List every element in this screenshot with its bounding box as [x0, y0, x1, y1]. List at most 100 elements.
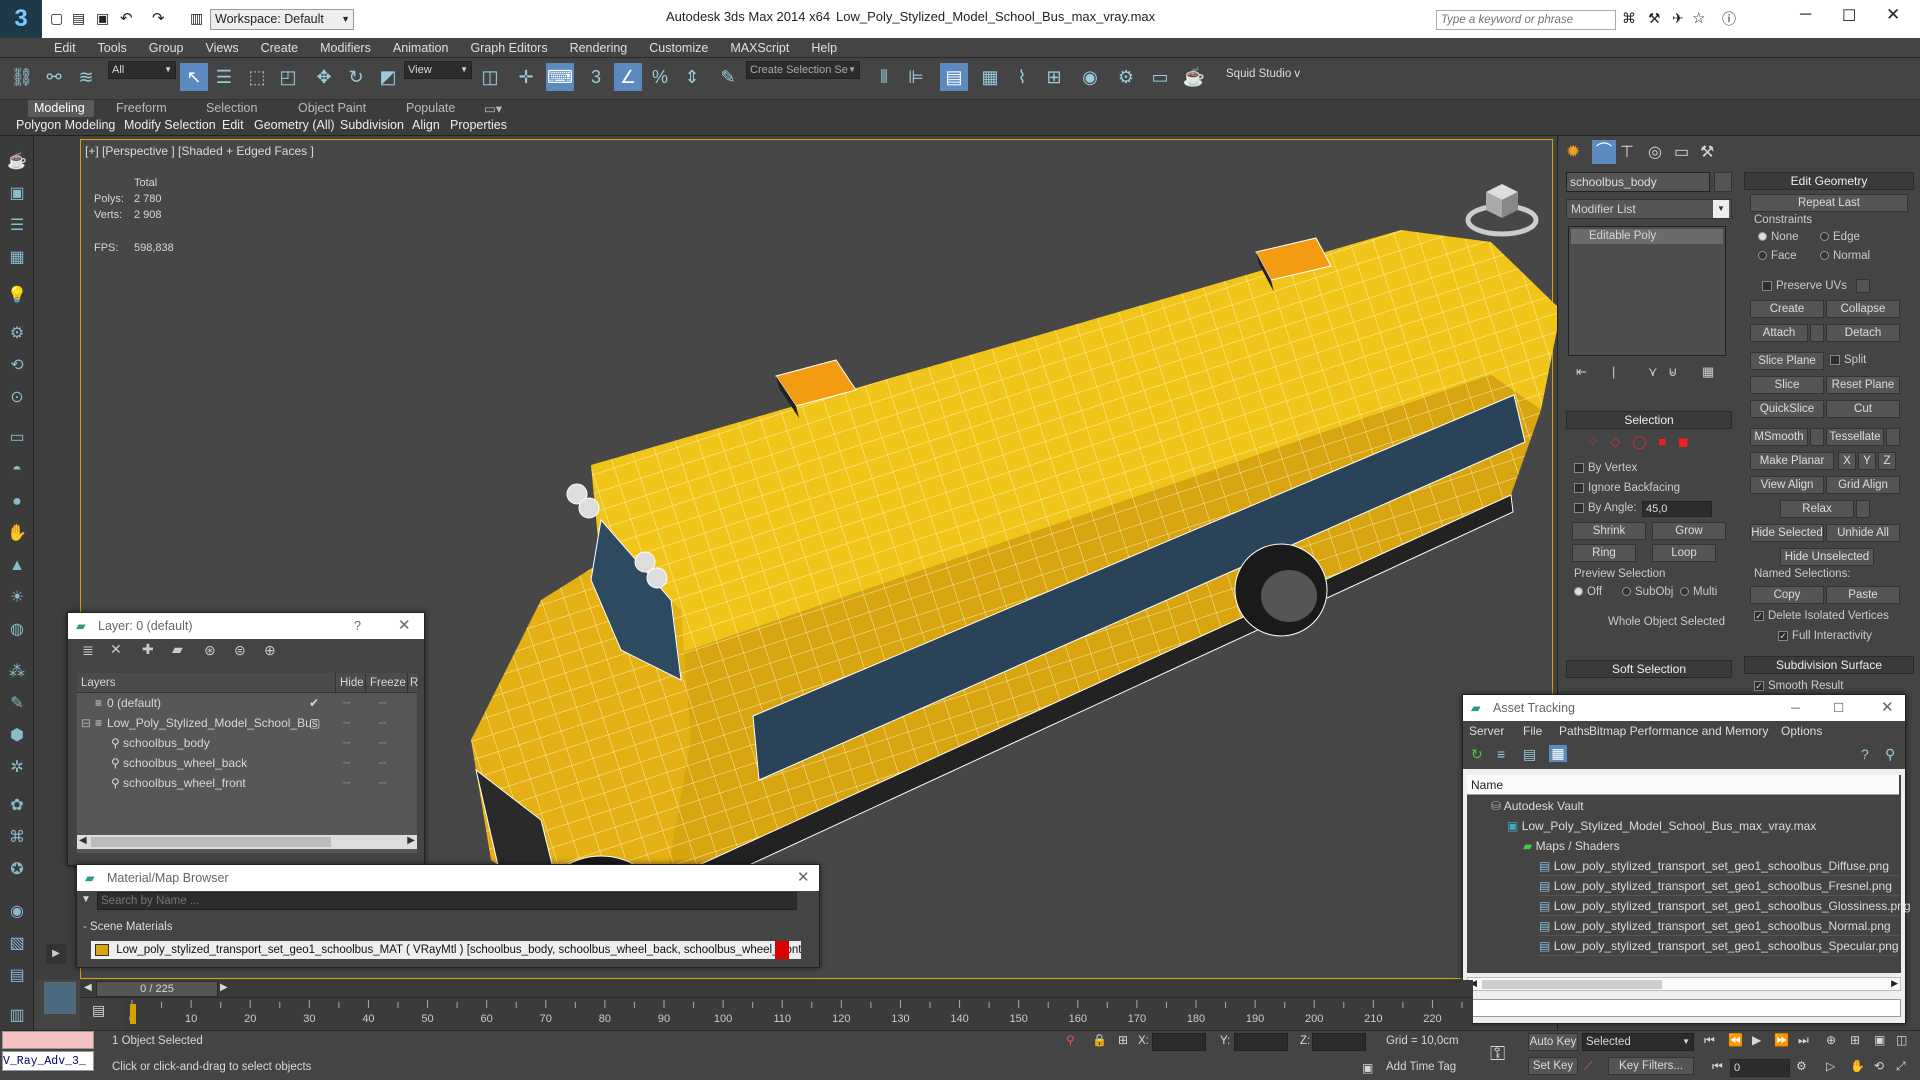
scene-materials-header[interactable]: - Scene Materials: [83, 921, 172, 933]
freeze-toggle[interactable]: ┄: [379, 694, 386, 713]
freeze-toggle[interactable]: ┄: [379, 734, 386, 753]
communication-icon[interactable]: ✈: [1672, 10, 1684, 27]
menu-views[interactable]: Views: [205, 38, 238, 58]
material-editor-icon[interactable]: ◉: [1076, 63, 1104, 91]
edge-level-icon[interactable]: ◇: [1611, 434, 1621, 449]
grid-icon[interactable]: ▦: [5, 246, 29, 270]
maxscript-listener-top[interactable]: [2, 1031, 94, 1049]
menu-group[interactable]: Group: [149, 38, 184, 58]
make-planar-button[interactable]: Make Planar: [1750, 452, 1834, 470]
prev-frame-icon[interactable]: ◀: [84, 982, 92, 993]
rectangular-selection-icon[interactable]: ⬚: [243, 63, 271, 91]
quickslice-button[interactable]: QuickSlice: [1750, 400, 1824, 418]
rotate-icon[interactable]: ⟲: [5, 354, 29, 378]
by-vertex-checkbox[interactable]: By Vertex: [1574, 462, 1637, 474]
tessellate-button[interactable]: Tessellate: [1826, 428, 1884, 446]
asset-vault-row[interactable]: ⛁ Autodesk Vault: [1491, 797, 1584, 816]
layer-row[interactable]: ⊟ ≡ Low_Poly_Stylized_Model_School_Bus ▢…: [77, 714, 417, 733]
window-crossing-icon[interactable]: ◰: [274, 63, 302, 91]
z-coord-field[interactable]: [1312, 1033, 1366, 1051]
menu-customize[interactable]: Customize: [649, 38, 708, 58]
material-list-item[interactable]: Low_poly_stylized_transport_set_geo1_sch…: [91, 941, 801, 959]
border-level-icon[interactable]: ◯: [1632, 434, 1647, 449]
brush-icon[interactable]: ✎: [5, 692, 29, 716]
attach-button[interactable]: Attach: [1750, 324, 1808, 342]
redo-icon[interactable]: ↷: [152, 9, 165, 27]
menu-rendering[interactable]: Rendering: [570, 38, 628, 58]
time-slider[interactable]: ◀ 0 / 225 ▶: [80, 980, 1473, 998]
constraint-face-radio[interactable]: Face: [1758, 250, 1797, 262]
keyboard-shortcut-icon[interactable]: ⌨: [546, 63, 574, 91]
hand-icon[interactable]: ✋: [5, 522, 29, 546]
help-icon[interactable]: ⓘ: [1722, 9, 1736, 29]
select-object-icon[interactable]: ↖: [180, 63, 208, 91]
ribbon-edit[interactable]: Edit: [222, 118, 244, 134]
element-level-icon[interactable]: ◼: [1678, 434, 1689, 449]
asset-tracking-titlebar[interactable]: ▰ Asset Tracking ─ ☐ ✕: [1463, 695, 1905, 721]
mini-listener-box[interactable]: [44, 982, 76, 1014]
star-icon[interactable]: ✪: [5, 858, 29, 882]
ignore-backfacing-checkbox[interactable]: Ignore Backfacing: [1574, 482, 1680, 494]
shapes-icon[interactable]: ⬢: [5, 724, 29, 748]
col-hide[interactable]: Hide: [335, 673, 364, 693]
workspace-dropdown[interactable]: Workspace: Default ▼: [210, 9, 354, 30]
go-to-end-icon[interactable]: ⏭: [1798, 1033, 1809, 1048]
select-highlighted-icon[interactable]: ⊛: [204, 642, 216, 659]
layer-row[interactable]: ≡ 0 (default) ✔ ┄ ┄: [77, 694, 417, 713]
lock-icon[interactable]: 🔒: [1092, 1033, 1107, 1047]
current-frame-field[interactable]: [1730, 1059, 1790, 1077]
motion-tab-icon[interactable]: ◎: [1648, 142, 1662, 162]
orbit-icon[interactable]: ⟲: [1874, 1059, 1884, 1073]
modifier-stack[interactable]: Editable Poly: [1568, 226, 1726, 356]
close-icon[interactable]: ✕: [797, 865, 810, 891]
menu-paths[interactable]: Paths: [1559, 721, 1590, 741]
zoom-extents-all-icon[interactable]: ◫: [1896, 1033, 1907, 1047]
loop-button[interactable]: Loop: [1652, 544, 1716, 562]
scroll-thumb[interactable]: [91, 837, 331, 847]
select-by-name-icon[interactable]: ☰: [210, 63, 238, 91]
set-key-filters-icon[interactable]: ⟋: [1584, 1059, 1592, 1074]
pan-icon[interactable]: ✋: [1850, 1059, 1865, 1073]
dope-sheet-icon[interactable]: ▤: [92, 1002, 105, 1019]
play-icon[interactable]: ▶: [1752, 1033, 1761, 1047]
asset-map-row[interactable]: ▤ Low_poly_stylized_transport_set_geo1_s…: [1539, 857, 1899, 876]
tessellate-settings-button[interactable]: [1886, 428, 1900, 446]
render-setup-icon[interactable]: ⚙: [1112, 63, 1140, 91]
menu-file[interactable]: File: [1523, 721, 1542, 741]
go-to-start-icon[interactable]: ⏮: [1704, 1033, 1715, 1048]
close-icon[interactable]: ✕: [1886, 5, 1900, 25]
key-icon[interactable]: ⚿: [1490, 1043, 1505, 1066]
pin-icon[interactable]: ⚲: [1066, 1033, 1075, 1047]
col-layers[interactable]: Layers: [81, 673, 116, 693]
ribbon-align[interactable]: Align: [412, 118, 440, 134]
ref-coord-dropdown[interactable]: View ▼: [404, 61, 472, 79]
object-row[interactable]: ⚲ schoolbus_wheel_front ┄ ┄: [77, 774, 417, 793]
frame-icon[interactable]: ▤: [5, 964, 29, 988]
ring-button[interactable]: Ring: [1572, 544, 1636, 562]
refresh-icon[interactable]: ↻: [1471, 746, 1483, 763]
viewport-label[interactable]: [+] [Perspective ] [Shaded + Edged Faces…: [85, 144, 314, 158]
preview-off-radio[interactable]: Off: [1574, 586, 1602, 598]
modifier-list-dropdown[interactable]: Modifier List ▼: [1566, 199, 1732, 219]
grow-button[interactable]: Grow: [1652, 522, 1726, 540]
select-manipulate-icon[interactable]: ✛: [512, 63, 540, 91]
tab-selection[interactable]: Selection: [206, 101, 257, 117]
polygon-level-icon[interactable]: ■: [1658, 434, 1666, 449]
close-icon[interactable]: ✕: [1881, 695, 1894, 721]
scene-explorer-icon[interactable]: ▦: [976, 63, 1004, 91]
constraint-none-radio[interactable]: None: [1758, 231, 1799, 243]
expand-arrow-icon[interactable]: ▶: [46, 944, 66, 964]
hide-toggle[interactable]: ┄: [343, 714, 350, 733]
expand-icon[interactable]: ⊟: [81, 714, 91, 733]
material-browser-titlebar[interactable]: ▰ Material/Map Browser ✕: [77, 865, 819, 891]
slice-plane-button[interactable]: Slice Plane: [1750, 352, 1824, 370]
hide-unselected-button[interactable]: Hide Unselected: [1780, 548, 1874, 566]
minimize-icon[interactable]: ─: [1791, 695, 1800, 721]
show-end-result-icon[interactable]: |: [1612, 364, 1615, 379]
freeze-toggle[interactable]: ┄: [379, 714, 386, 733]
freeze-toggle[interactable]: ┄: [379, 754, 386, 773]
plant-icon[interactable]: ✿: [5, 794, 29, 818]
relax-button[interactable]: Relax: [1780, 500, 1854, 518]
utilities-tab-icon[interactable]: ⚒: [1700, 142, 1714, 162]
list-view-icon[interactable]: ≡: [1497, 746, 1505, 762]
